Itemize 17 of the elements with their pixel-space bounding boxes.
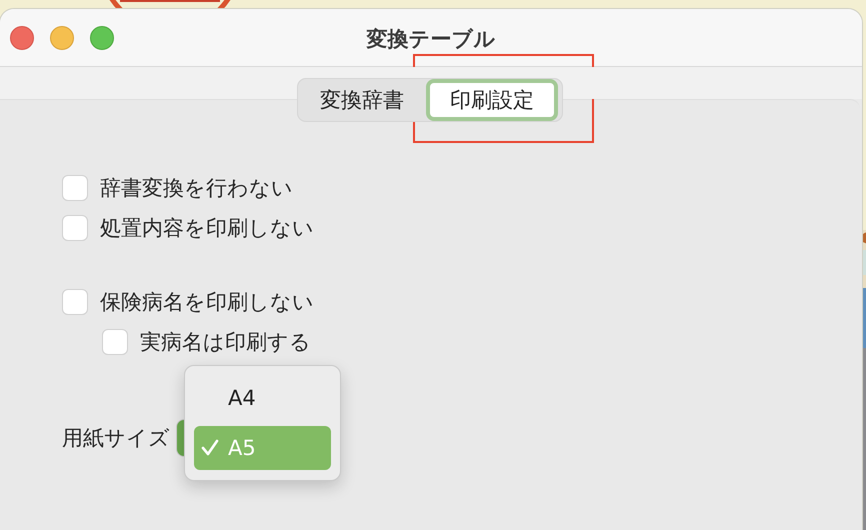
checkbox-label: 実病名は印刷する	[140, 329, 311, 356]
checkbox[interactable]	[62, 175, 88, 201]
checkbox[interactable]	[62, 289, 88, 315]
checkbox-label: 保険病名を印刷しない	[100, 289, 314, 316]
tab[interactable]: 変換辞書	[298, 80, 426, 120]
tab[interactable]: 印刷設定	[426, 79, 558, 121]
checkbox-label: 辞書変換を行わない	[100, 175, 293, 202]
menu-item[interactable]: A4	[194, 376, 331, 420]
paper-size-label: 用紙サイズ	[62, 425, 170, 452]
close-button[interactable]	[10, 26, 34, 50]
checkbox[interactable]	[62, 215, 88, 241]
checkbox[interactable]	[102, 329, 128, 355]
zoom-button[interactable]	[90, 26, 114, 50]
minimize-button[interactable]	[50, 26, 74, 50]
window-title: 変換テーブル	[366, 26, 496, 52]
checkbox-label: 処置内容を印刷しない	[100, 215, 314, 242]
check-icon	[200, 438, 220, 458]
